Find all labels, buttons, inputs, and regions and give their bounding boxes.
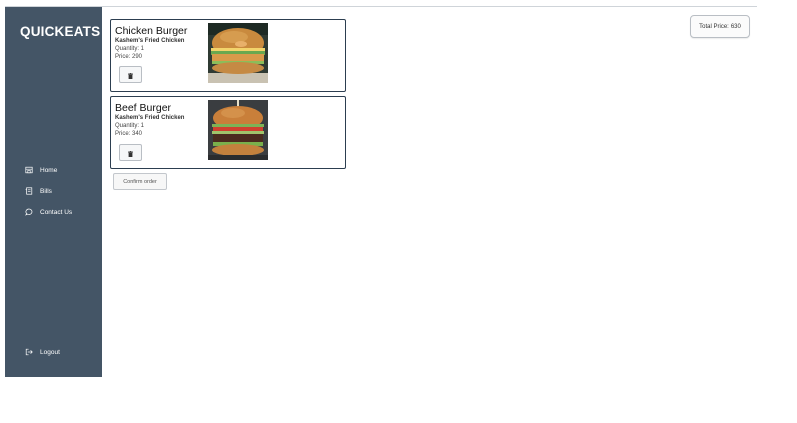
confirm-order-button[interactable]: Confirm order [113,173,167,190]
sidebar-item-logout[interactable]: Logout [25,346,60,358]
home-icon [25,166,33,174]
total-price-value: 630 [730,23,741,30]
logout-icon [25,348,33,356]
chat-icon [25,208,33,216]
total-price-label: Total Price: [699,23,729,30]
sidebar-item-label: Contact Us [40,208,73,216]
trash-icon [128,144,133,162]
delete-item-button[interactable] [119,144,142,161]
item-restaurant: Kashem's Fried Chicken [115,115,185,121]
item-quantity: Quantity: 1 [115,46,145,52]
sidebar-item-label: Logout [40,348,60,356]
delete-item-button[interactable] [119,66,142,83]
sidebar-item-home[interactable]: Home [25,164,57,176]
item-price: Price: 340 [115,131,143,137]
item-restaurant: Kashem's Fried Chicken [115,38,185,44]
brand-logo[interactable]: QUICKEATS [20,24,100,39]
sidebar-item-label: Home [40,166,58,174]
item-name: Beef Burger [115,102,172,114]
total-price-badge: Total Price: 630 [690,15,750,38]
sidebar-item-label: Bills [40,187,52,195]
receipt-icon [25,187,33,195]
item-name: Chicken Burger [115,25,188,37]
cart-item-card: Chicken Burger Kashem's Fried Chicken Qu… [110,19,346,92]
sidebar-item-contact-us[interactable]: Contact Us [25,206,72,218]
chicken-burger-photo [208,23,268,83]
sidebar-item-bills[interactable]: Bills [25,185,52,197]
trash-icon [128,66,133,84]
cart-item-card: Beef Burger Kashem's Fried Chicken Quant… [110,96,346,169]
sidebar: QUICKEATS Home Bills Contact Us Logout [5,7,102,377]
top-divider [5,6,757,7]
item-price: Price: 290 [115,54,143,60]
item-quantity: Quantity: 1 [115,123,145,129]
beef-burger-photo [208,100,268,160]
